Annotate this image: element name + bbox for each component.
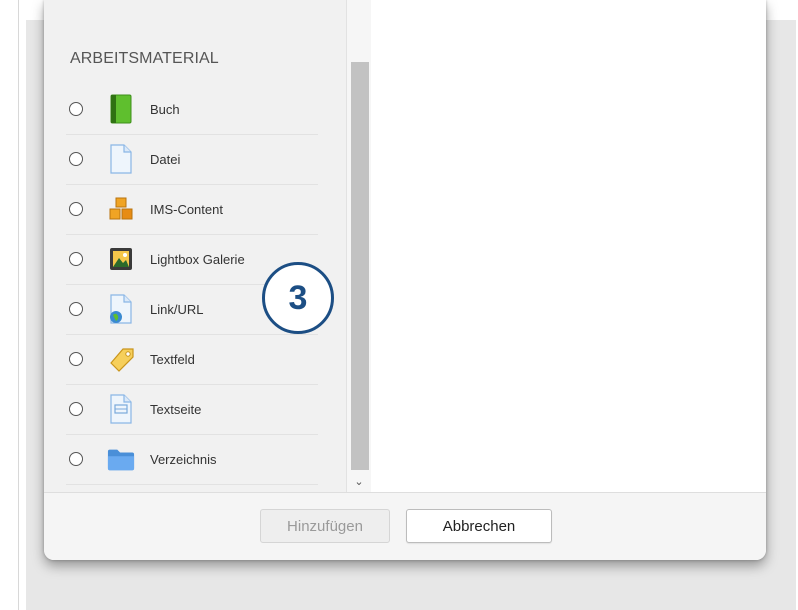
option-folder[interactable]: Verzeichnis: [66, 434, 318, 485]
page-icon: [107, 394, 135, 424]
add-button[interactable]: Hinzufügen: [260, 509, 390, 543]
option-label-text-page: Textseite: [150, 401, 202, 417]
dialog-body: ARBEITSMATERIAL Buch Datei IMS-Content L…: [44, 0, 766, 492]
option-book[interactable]: Buch: [66, 84, 318, 135]
url-icon: [107, 294, 135, 324]
label-icon: [107, 344, 135, 374]
folder-icon: [107, 444, 135, 474]
file-icon: [107, 144, 135, 174]
radio-file[interactable]: [69, 152, 83, 166]
radio-text-page[interactable]: [69, 402, 83, 416]
option-label-file: Datei: [150, 151, 181, 167]
activity-chooser-dialog: ARBEITSMATERIAL Buch Datei IMS-Content L…: [44, 0, 766, 560]
option-label-folder: Verzeichnis: [150, 451, 217, 467]
option-label-link-url: Link/URL: [150, 301, 204, 317]
radio-book[interactable]: [69, 102, 83, 116]
radio-lightbox-gallery[interactable]: [69, 252, 83, 266]
radio-text-field[interactable]: [69, 352, 83, 366]
option-file[interactable]: Datei: [66, 134, 318, 185]
option-text-page[interactable]: Textseite: [66, 384, 318, 435]
cancel-button[interactable]: Abbrechen: [406, 509, 552, 543]
radio-link-url[interactable]: [69, 302, 83, 316]
radio-folder[interactable]: [69, 452, 83, 466]
scroll-down-arrow-icon[interactable]: ⌄: [347, 474, 371, 490]
gallery-icon: [107, 244, 135, 274]
step-number-badge: 3: [262, 262, 334, 334]
activity-option-list: ARBEITSMATERIAL Buch Datei IMS-Content L…: [44, 0, 346, 492]
ims-content-icon: [107, 194, 135, 224]
book-icon: [107, 94, 135, 124]
option-label-book: Buch: [150, 101, 180, 117]
list-scrollbar[interactable]: ⌄: [346, 0, 371, 492]
scrollbar-thumb[interactable]: [351, 62, 369, 470]
option-label-text-field: Textfeld: [150, 351, 195, 367]
option-label-lightbox-gallery: Lightbox Galerie: [150, 251, 245, 267]
option-label-ims-content: IMS-Content: [150, 201, 223, 217]
radio-ims-content[interactable]: [69, 202, 83, 216]
option-text-field[interactable]: Textfeld: [66, 334, 318, 385]
option-ims-content[interactable]: IMS-Content: [66, 184, 318, 235]
dialog-footer: Hinzufügen Abbrechen: [44, 492, 766, 560]
section-heading: ARBEITSMATERIAL: [70, 50, 219, 67]
